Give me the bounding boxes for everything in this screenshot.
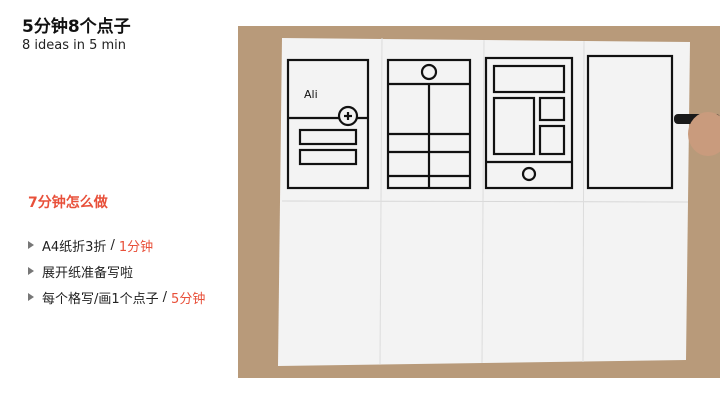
step-time: 5分钟: [171, 291, 206, 307]
step-text: A4纸折3折: [42, 239, 107, 255]
sketch-label: Ali: [304, 88, 318, 101]
sketch-paper-illustration: Ali: [238, 26, 720, 378]
step-item: 每个格写/画1个点子 / 5分钟: [28, 284, 205, 310]
step-text: 每个格写/画1个点子: [42, 291, 159, 307]
slide-subtitle: 8 ideas in 5 min: [22, 38, 127, 53]
slide-title: 5分钟8个点子: [22, 17, 131, 37]
bullet-triangle-icon: [28, 267, 34, 275]
bullet-triangle-icon: [28, 293, 34, 301]
step-item: 展开纸准备写啦: [28, 258, 205, 284]
step-time: 1分钟: [118, 239, 154, 255]
step-separator: /: [162, 289, 168, 305]
step-text: 展开纸准备写啦: [42, 265, 134, 281]
bullet-triangle-icon: [28, 241, 34, 249]
sketch-photo: Ali: [238, 26, 720, 378]
section-heading: 7分钟怎么做: [28, 195, 108, 211]
steps-list: A4纸折3折 / 1分钟 展开纸准备写啦 每个格写/画1个点子 / 5分钟: [28, 232, 205, 310]
step-item: A4纸折3折 / 1分钟: [28, 232, 205, 258]
step-separator: /: [110, 237, 115, 253]
